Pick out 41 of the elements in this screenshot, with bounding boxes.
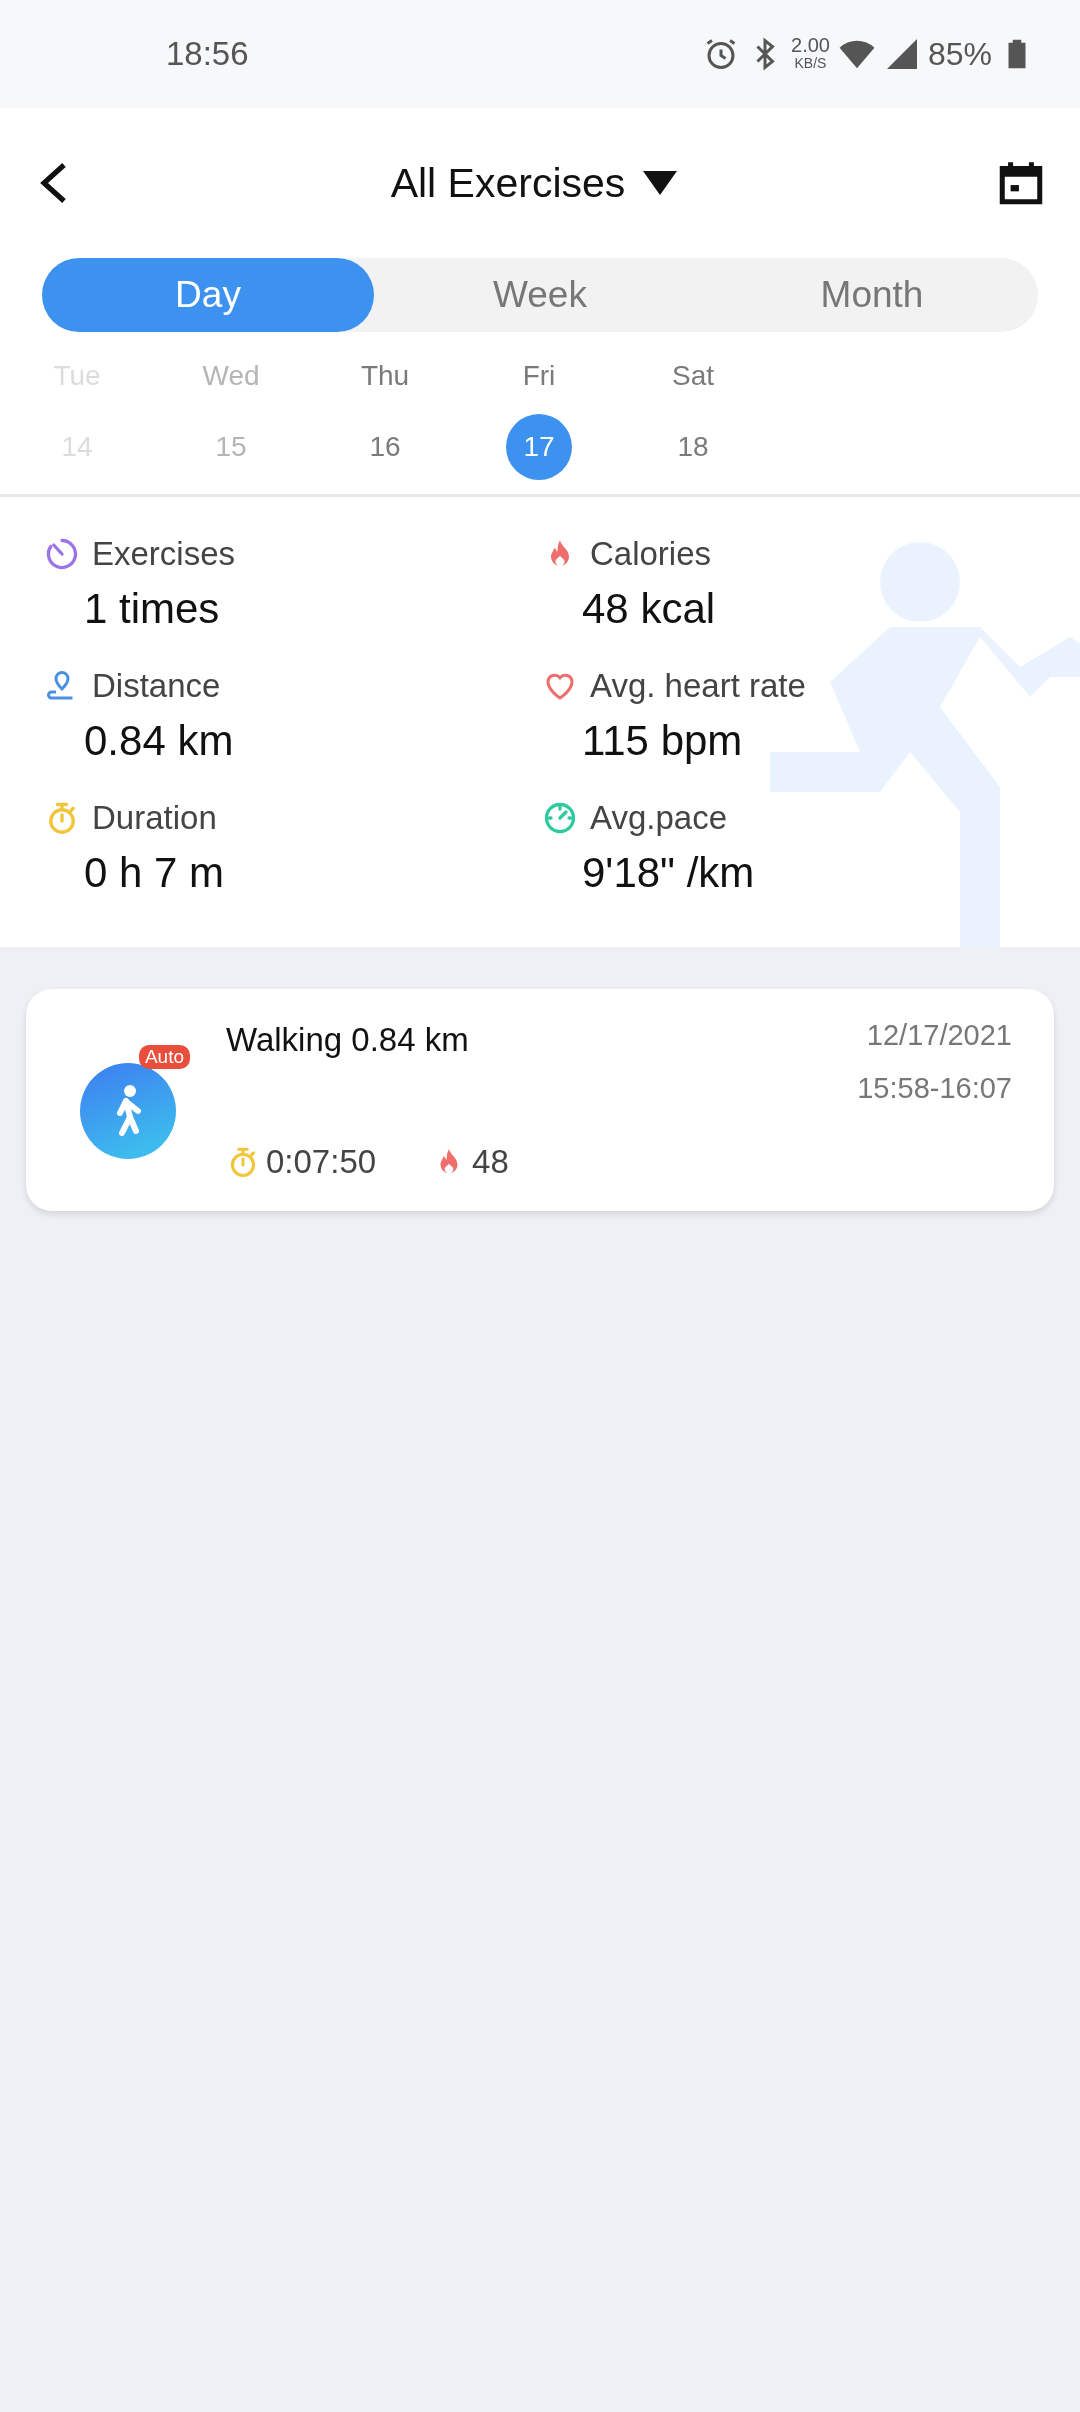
weekday-label: Thu xyxy=(360,360,410,392)
record-title: Walking 0.84 km xyxy=(226,1021,470,1059)
day-item[interactable]: Fri 17 xyxy=(462,360,616,480)
record-date: 12/17/2021 xyxy=(866,1019,1012,1052)
status-time: 18:56 xyxy=(166,35,249,73)
stat-value: 115 bpm xyxy=(581,717,744,765)
record-time-range: 15:58-16:07 xyxy=(857,1072,1012,1105)
period-tab[interactable]: Day xyxy=(42,258,374,332)
weekday-label: Wed xyxy=(202,360,260,392)
record-duration: 0:07:50 xyxy=(266,1143,377,1181)
date-number: 15 xyxy=(214,430,248,464)
network-speed: 2.00 KB/S xyxy=(791,36,830,72)
stat-label: Calories xyxy=(590,535,712,573)
stat-label: Distance xyxy=(92,667,221,705)
day-item[interactable]: Sat 18 xyxy=(616,360,770,480)
weekday-label: Sat xyxy=(672,360,714,392)
stat-label: Avg.pace xyxy=(590,799,727,837)
date-number: 18 xyxy=(676,430,710,464)
caret-icon xyxy=(643,171,678,195)
exercise-record-card[interactable]: Auto Walking 0.84 km 0:07:50 48 12/17/2021 15:58-16:07 xyxy=(26,989,1054,1211)
stat-value: 0 h 7 m xyxy=(83,849,226,897)
speedometer-icon xyxy=(542,800,578,836)
stat-value: 9'18" /km xyxy=(581,849,756,897)
battery-percent: 85% xyxy=(927,35,992,73)
day-item[interactable]: Thu 16 xyxy=(308,360,462,480)
period-tab[interactable]: Month xyxy=(706,258,1038,332)
record-calories: 48 xyxy=(472,1143,509,1181)
period-tab[interactable]: Week xyxy=(374,258,706,332)
timer-icon xyxy=(44,536,80,572)
stat-value: 48 kcal xyxy=(581,585,717,633)
stat-value: 1 times xyxy=(83,585,221,633)
walking-avatar-icon xyxy=(80,1063,176,1159)
stat-label: Duration xyxy=(92,799,217,837)
stat-label: Avg. heart rate xyxy=(590,667,806,705)
stat-label: Exercises xyxy=(92,535,236,573)
stat-value: 0.84 km xyxy=(83,717,235,765)
date-number: 16 xyxy=(368,430,402,464)
weekday-label: Fri xyxy=(522,360,556,392)
auto-badge: Auto xyxy=(138,1045,190,1069)
exercise-filter-dropdown[interactable]: All Exercises xyxy=(390,159,678,207)
date-number: 17 xyxy=(506,414,572,480)
